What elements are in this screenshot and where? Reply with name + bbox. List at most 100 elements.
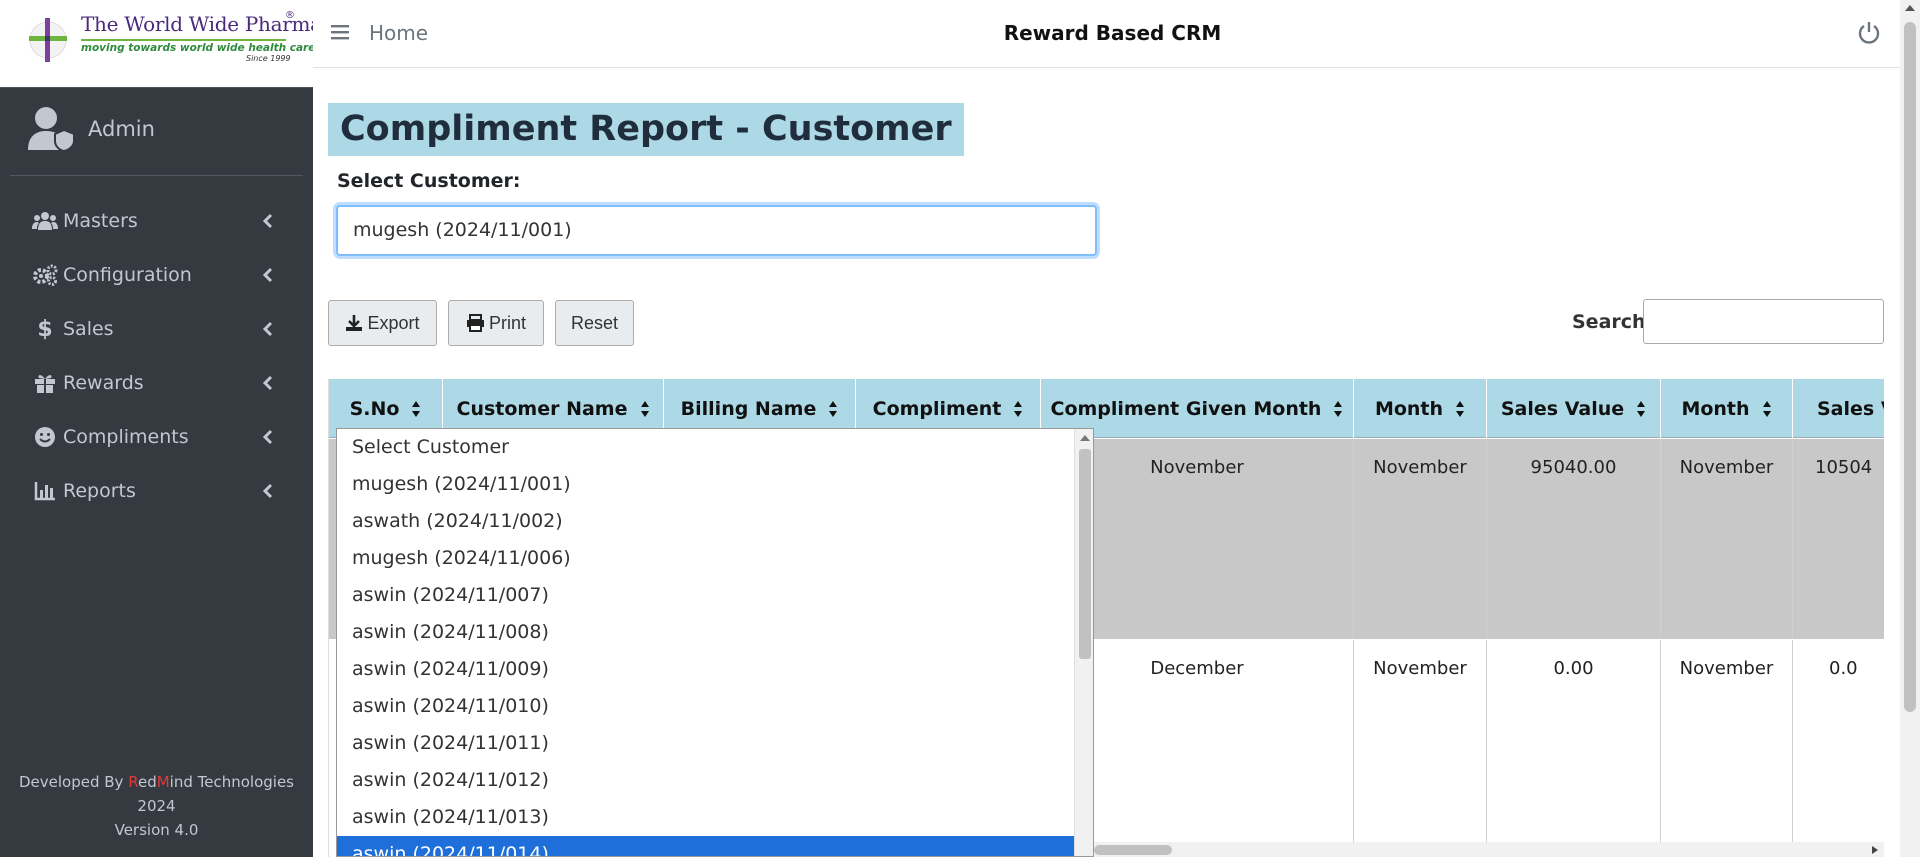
scrollbar-thumb[interactable] <box>1094 845 1172 855</box>
reset-button[interactable]: Reset <box>555 300 634 346</box>
gears-icon <box>32 264 58 286</box>
dropdown-option[interactable]: mugesh (2024/11/006) <box>337 540 1074 577</box>
sidebar-item-reports[interactable]: Reports <box>10 464 303 518</box>
sort-icon <box>412 400 421 417</box>
dropdown-option-highlighted[interactable]: aswin (2024/11/014) <box>337 836 1074 856</box>
header-label: Compliment Given Month <box>1050 397 1322 420</box>
scrollbar-thumb[interactable] <box>1079 449 1091 659</box>
header-label: Sales Value <box>1500 397 1625 420</box>
brand-logo[interactable]: The World Wide Pharma ® moving towards w… <box>0 0 322 88</box>
table-cell: 95040.00 <box>1487 439 1661 639</box>
page-title: Compliment Report - Customer <box>328 103 964 156</box>
table-cell: November <box>1354 640 1487 857</box>
app-title: Reward Based CRM <box>1003 21 1222 45</box>
brand-tagline: moving towards world wide health care <box>81 42 316 54</box>
brand-divider <box>81 39 286 41</box>
user-shield-icon <box>28 107 75 152</box>
smile-icon <box>32 426 58 448</box>
dropdown-option[interactable]: aswin (2024/11/013) <box>337 799 1074 836</box>
sidebar-item-label: Sales <box>63 318 114 340</box>
table-cell: November <box>1661 439 1793 639</box>
table-cell: 0.00 <box>1487 640 1661 857</box>
sidebar-item-masters[interactable]: Masters <box>10 194 303 248</box>
print-button[interactable]: Print <box>448 300 544 346</box>
scroll-up-arrow-icon[interactable] <box>1905 5 1915 11</box>
sidebar-item-label: Reports <box>63 480 136 502</box>
gift-icon <box>32 372 58 394</box>
table-horizontal-scrollbar[interactable] <box>1094 842 1884 857</box>
topbar: Home Reward Based CRM <box>313 0 1900 68</box>
sidebar-nav: Masters Configuration $ Sales Rewards Co… <box>10 194 303 518</box>
dropdown-option[interactable]: aswin (2024/11/008) <box>337 614 1074 651</box>
scroll-right-arrow-icon[interactable] <box>1872 846 1878 854</box>
dropdown-option[interactable]: aswin (2024/11/012) <box>337 762 1074 799</box>
sort-icon <box>1637 400 1646 417</box>
header-label: Customer Name <box>456 397 628 420</box>
sidebar-item-sales[interactable]: $ Sales <box>10 302 303 356</box>
users-icon <box>32 210 58 232</box>
sidebar-item-rewards[interactable]: Rewards <box>10 356 303 410</box>
customer-dropdown-list: Select Customer mugesh (2024/11/001) asw… <box>336 428 1094 857</box>
sidebar: The World Wide Pharma ® moving towards w… <box>0 0 322 857</box>
header-label: Month <box>1681 397 1750 420</box>
header-label: Month <box>1374 397 1444 420</box>
registered-mark: ® <box>285 10 295 21</box>
chevron-left-icon <box>262 321 273 337</box>
column-header-sales-value-2[interactable]: Sales Va <box>1793 379 1884 438</box>
search-label: Search: <box>1572 311 1654 333</box>
brand-letter-m: M <box>156 773 170 791</box>
customer-select[interactable]: mugesh (2024/11/001) <box>336 205 1097 256</box>
user-panel: Admin <box>10 100 303 176</box>
sidebar-item-label: Rewards <box>63 372 144 394</box>
dropdown-option[interactable]: aswin (2024/11/010) <box>337 688 1074 725</box>
header-label: S.No <box>349 397 400 420</box>
chevron-left-icon <box>262 213 273 229</box>
footer-version: Version 4.0 <box>114 821 199 839</box>
home-link[interactable]: Home <box>369 21 428 45</box>
hamburger-menu-icon[interactable] <box>331 24 349 40</box>
export-button[interactable]: Export <box>328 300 437 346</box>
export-label: Export <box>367 312 420 333</box>
column-header-month-2[interactable]: Month <box>1661 379 1793 438</box>
sidebar-item-label: Configuration <box>63 264 192 286</box>
sort-icon <box>829 400 838 417</box>
chevron-left-icon <box>262 483 273 499</box>
sort-icon <box>1014 400 1023 417</box>
dropdown-option[interactable]: aswin (2024/11/011) <box>337 725 1074 762</box>
scroll-up-arrow-icon[interactable] <box>1080 435 1090 441</box>
dropdown-option[interactable]: aswath (2024/11/002) <box>337 503 1074 540</box>
brand-since: Since 1999 <box>246 54 291 63</box>
table-cell: November <box>1354 439 1487 639</box>
dropdown-option[interactable]: aswin (2024/11/007) <box>337 577 1074 614</box>
dropdown-option[interactable]: aswin (2024/11/009) <box>337 651 1074 688</box>
table-cell: 10504 <box>1815 457 1873 478</box>
download-icon <box>346 315 363 331</box>
column-header-month[interactable]: Month <box>1354 379 1487 438</box>
developer-credit: Developed By RedMind Technologies <box>0 770 313 794</box>
printer-icon <box>466 314 484 332</box>
chevron-left-icon <box>262 267 273 283</box>
sidebar-item-configuration[interactable]: Configuration <box>10 248 303 302</box>
scrollbar-thumb[interactable] <box>1904 22 1916 712</box>
pharma-cross-logo-icon <box>29 18 67 62</box>
power-logout-icon[interactable] <box>1857 20 1881 46</box>
header-label: Billing Name <box>680 397 817 420</box>
dropdown-option[interactable]: Select Customer <box>337 429 1074 466</box>
select-customer-label: Select Customer: <box>337 170 521 192</box>
page-scrollbar[interactable] <box>1900 0 1920 857</box>
table-cell: November <box>1661 640 1793 857</box>
search-input[interactable] <box>1643 299 1884 344</box>
brand-text-ind: ind Technologies <box>169 773 294 791</box>
brand-text-ed: ed <box>137 773 157 791</box>
user-name: Admin <box>88 117 155 141</box>
dropdown-option[interactable]: mugesh (2024/11/001) <box>337 466 1074 503</box>
sort-icon <box>1334 400 1343 417</box>
table-cell: 0.0 <box>1829 658 1858 679</box>
footer-year: 2024 <box>137 797 176 815</box>
print-label: Print <box>488 312 526 333</box>
dropdown-scrollbar[interactable] <box>1074 429 1093 856</box>
sidebar-item-label: Compliments <box>63 426 189 448</box>
column-header-sales-value[interactable]: Sales Value <box>1487 379 1661 438</box>
sidebar-item-compliments[interactable]: Compliments <box>10 410 303 464</box>
sort-icon <box>1456 400 1465 417</box>
